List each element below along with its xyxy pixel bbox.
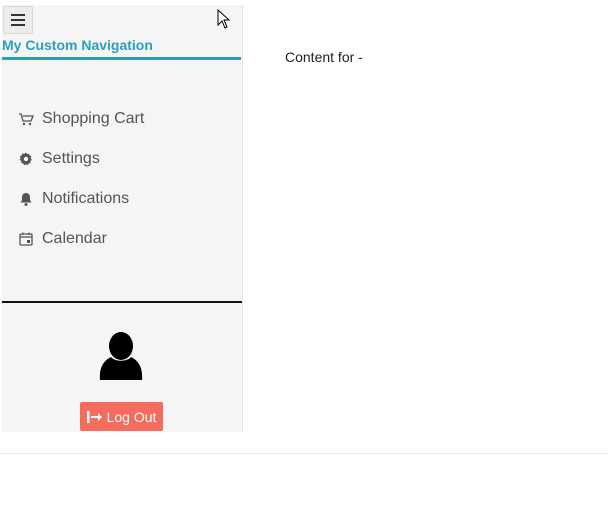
- hamburger-icon-bar: [11, 24, 25, 26]
- sidebar-item-label: Shopping Cart: [42, 110, 145, 127]
- nav-title: My Custom Navigation: [2, 36, 241, 60]
- sidebar-divider: [2, 301, 242, 303]
- hamburger-menu-button[interactable]: [3, 6, 33, 34]
- logout-button[interactable]: Log Out: [80, 402, 163, 431]
- sidebar-item-calendar[interactable]: Calendar: [2, 219, 241, 259]
- sidebar-item-shopping-cart[interactable]: Shopping Cart: [2, 99, 241, 139]
- sidebar-item-settings[interactable]: Settings: [2, 139, 241, 179]
- hamburger-icon-bar: [11, 19, 25, 21]
- gear-icon: [18, 151, 34, 167]
- logout-label: Log Out: [106, 408, 157, 425]
- sidebar-item-label: Notifications: [42, 190, 130, 207]
- logout-icon: [86, 410, 102, 423]
- calendar-icon: [18, 231, 34, 247]
- sidebar-menu: Shopping Cart Settings Notifications Cal…: [2, 99, 241, 259]
- footer-divider: [0, 453, 608, 454]
- bell-icon: [18, 191, 34, 207]
- main-content-text: Content for -: [285, 49, 363, 65]
- hamburger-icon-bar: [11, 14, 25, 16]
- cart-icon: [18, 111, 34, 127]
- mouse-cursor-icon: [217, 9, 231, 29]
- sidebar: My Custom Navigation Shopping Cart Setti…: [2, 5, 243, 432]
- sidebar-item-label: Settings: [42, 150, 100, 167]
- sidebar-item-label: Calendar: [42, 230, 107, 247]
- user-avatar-icon: [99, 332, 143, 380]
- sidebar-item-notifications[interactable]: Notifications: [2, 179, 241, 219]
